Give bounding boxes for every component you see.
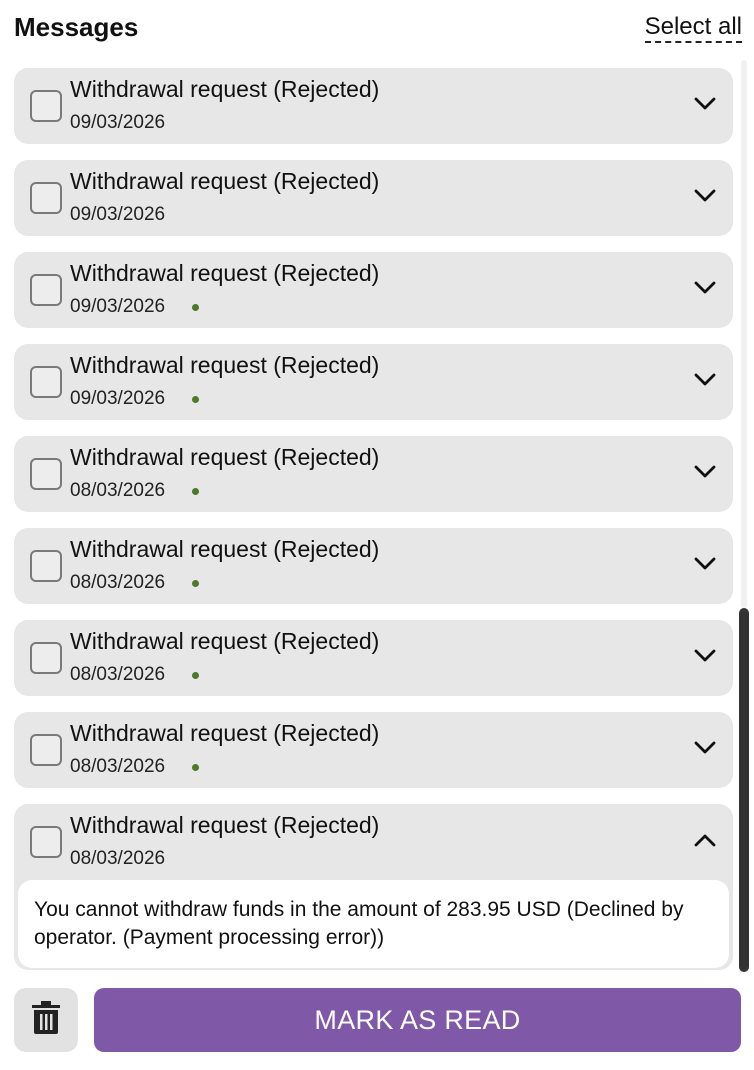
message-title: Withdrawal request (Rejected)	[70, 812, 380, 838]
chevron-down-icon[interactable]	[693, 368, 717, 392]
chevron-down-icon[interactable]	[693, 552, 717, 576]
message-checkbox[interactable]	[30, 734, 62, 766]
message-title: Withdrawal request (Rejected)	[70, 536, 380, 562]
message-checkbox[interactable]	[30, 550, 62, 582]
message-date: 08/03/2026	[70, 572, 166, 593]
unread-indicator	[192, 672, 199, 679]
message-title: Withdrawal request (Rejected)	[70, 76, 380, 102]
message-date: 08/03/2026	[70, 848, 166, 869]
message-date: 08/03/2026	[70, 756, 166, 777]
header: Messages Select all	[0, 0, 754, 60]
message-title: Withdrawal request (Rejected)	[70, 720, 380, 746]
chevron-down-icon[interactable]	[693, 736, 717, 760]
message-item[interactable]: Withdrawal request (Rejected) 08/03/2026	[14, 436, 733, 512]
message-item[interactable]: Withdrawal request (Rejected) 09/03/2026	[14, 160, 733, 236]
message-item-expanded[interactable]: Withdrawal request (Rejected) 08/03/2026…	[14, 804, 733, 970]
message-item[interactable]: Withdrawal request (Rejected) 08/03/2026	[14, 620, 733, 696]
message-checkbox[interactable]	[30, 366, 62, 398]
footer-actions: MARK AS READ	[0, 975, 754, 1070]
scrollbar-thumb[interactable]	[739, 608, 749, 972]
message-checkbox[interactable]	[30, 826, 62, 858]
message-title: Withdrawal request (Rejected)	[70, 168, 380, 194]
select-all-link[interactable]: Select all	[644, 13, 742, 43]
chevron-down-icon[interactable]	[693, 184, 717, 208]
message-title: Withdrawal request (Rejected)	[70, 260, 380, 286]
message-item[interactable]: Withdrawal request (Rejected) 09/03/2026	[14, 68, 733, 144]
message-date: 08/03/2026	[70, 664, 166, 685]
message-date: 09/03/2026	[70, 388, 166, 409]
unread-indicator	[192, 580, 199, 587]
message-item[interactable]: Withdrawal request (Rejected) 08/03/2026	[14, 528, 733, 604]
chevron-down-icon[interactable]	[693, 92, 717, 116]
message-date: 09/03/2026	[70, 112, 166, 133]
message-body: You cannot withdraw funds in the amount …	[18, 880, 729, 968]
scrollbar-track[interactable]	[741, 60, 747, 608]
unread-indicator	[192, 764, 199, 771]
unread-indicator	[192, 304, 199, 311]
message-checkbox[interactable]	[30, 90, 62, 122]
unread-indicator	[192, 396, 199, 403]
message-item[interactable]: Withdrawal request (Rejected) 09/03/2026	[14, 252, 733, 328]
message-title: Withdrawal request (Rejected)	[70, 352, 380, 378]
message-item[interactable]: Withdrawal request (Rejected) 08/03/2026	[14, 712, 733, 788]
message-date: 09/03/2026	[70, 204, 166, 225]
message-checkbox[interactable]	[30, 642, 62, 674]
message-checkbox[interactable]	[30, 458, 62, 490]
chevron-down-icon[interactable]	[693, 276, 717, 300]
message-title: Withdrawal request (Rejected)	[70, 628, 380, 654]
message-checkbox[interactable]	[30, 182, 62, 214]
message-date: 08/03/2026	[70, 480, 166, 501]
delete-button[interactable]	[14, 988, 78, 1052]
scrollbar[interactable]	[739, 60, 749, 972]
message-list: Withdrawal request (Rejected) 09/03/2026…	[14, 68, 733, 986]
mark-as-read-button[interactable]: MARK AS READ	[94, 988, 741, 1052]
message-item[interactable]: Withdrawal request (Rejected) 09/03/2026	[14, 344, 733, 420]
chevron-down-icon[interactable]	[693, 460, 717, 484]
trash-icon	[31, 1000, 61, 1040]
chevron-up-icon[interactable]	[693, 828, 717, 852]
message-date: 09/03/2026	[70, 296, 166, 317]
message-checkbox[interactable]	[30, 274, 62, 306]
unread-indicator	[192, 488, 199, 495]
chevron-down-icon[interactable]	[693, 644, 717, 668]
page-title: Messages	[14, 12, 139, 42]
message-title: Withdrawal request (Rejected)	[70, 444, 380, 470]
